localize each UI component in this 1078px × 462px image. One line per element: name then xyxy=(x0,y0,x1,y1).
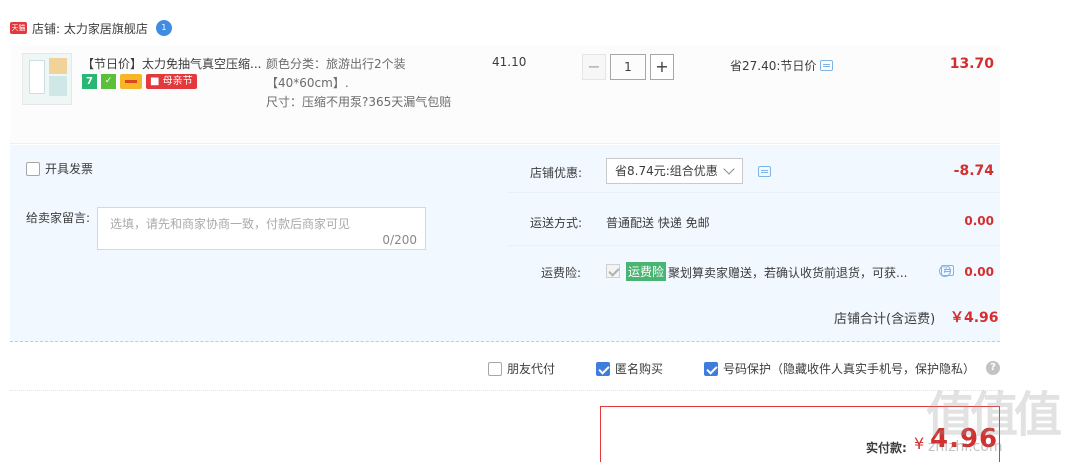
message-icon[interactable] xyxy=(758,166,771,177)
invoice-option[interactable]: 开具发票 xyxy=(26,160,93,177)
product-title[interactable]: 【节日价】太力免抽气真空压缩... xyxy=(82,55,262,72)
privacy-checkbox[interactable] xyxy=(704,361,718,376)
unit-price: 41.10 xyxy=(492,55,527,69)
invoice-checkbox[interactable] xyxy=(26,161,40,176)
anonymous-label: 匿名购买 xyxy=(615,362,664,376)
tmall-logo-icon: 天猫 xyxy=(10,22,27,34)
anonymous-checkbox[interactable] xyxy=(596,361,610,376)
divider xyxy=(10,390,1000,391)
watermark-url: zhizhi.com xyxy=(928,439,1003,455)
shop-name[interactable]: 店铺: 太力家居旗舰店 xyxy=(32,20,148,37)
shop-total-value: ￥4.96 xyxy=(950,310,999,326)
quantity-decrease-button[interactable]: − xyxy=(582,54,606,80)
friend-pay-option[interactable]: 朋友代付 xyxy=(488,360,555,377)
insurance-label: 运费险: xyxy=(541,266,582,280)
shipping-method: 普通配送 快递 免邮 xyxy=(606,216,710,230)
seller-message-label: 给卖家留言: xyxy=(26,211,91,225)
quantity-input[interactable]: 1 xyxy=(610,54,646,80)
insurance-checkbox xyxy=(606,264,620,278)
shipping-amount: 0.00 xyxy=(964,214,994,228)
shop-discount-select[interactable]: 省8.74元:组合优惠 xyxy=(606,158,743,184)
seller-message-input[interactable]: 选填，请先和商家协商一致，付款后商家可见 0/200 xyxy=(97,207,426,250)
guarantee-icon: ✓ xyxy=(101,74,116,89)
help-icon[interactable]: ? xyxy=(986,361,1000,375)
watermark-logo: 值值值 xyxy=(926,387,1062,443)
item-promotion: 省27.40:节日价 xyxy=(730,57,834,74)
shop-discount-label: 店铺优惠: xyxy=(530,166,583,180)
product-thumbnail[interactable] xyxy=(22,53,72,105)
shop-header: 天猫 店铺: 太力家居旗舰店 1 xyxy=(10,18,172,38)
quantity-stepper: − 1 + xyxy=(582,54,674,80)
friend-pay-label: 朋友代付 xyxy=(507,362,556,376)
shop-total-label: 店铺合计(含运费) xyxy=(834,312,936,327)
quantity-increase-button[interactable]: + xyxy=(650,54,674,80)
shipping-label: 运送方式: xyxy=(530,216,583,230)
anonymous-option[interactable]: 匿名购买 xyxy=(596,360,663,377)
shop-discount-value: 省8.74元:组合优惠 xyxy=(615,164,718,178)
message-placeholder: 选填，请先和商家协商一致，付款后商家可见 xyxy=(110,217,351,231)
chevron-down-icon xyxy=(723,163,735,175)
product-badges: 7 ✓ ■ 母亲节 xyxy=(82,74,197,89)
insurance-amount: 0.00 xyxy=(964,265,994,279)
message-icon[interactable] xyxy=(820,60,834,71)
promotion-text: 省27.40:节日价 xyxy=(730,59,817,73)
shop-discount-amount: -8.74 xyxy=(953,163,994,179)
wangwang-chat-icon[interactable]: 1 xyxy=(155,20,172,36)
friend-pay-checkbox[interactable] xyxy=(488,361,502,376)
product-sku: 颜色分类：旅游出行2个装【40*60cm】. 尺寸：压缩不用泵?365天漏气包赔 xyxy=(266,55,456,112)
sku-color: 颜色分类：旅游出行2个装【40*60cm】. xyxy=(266,57,406,90)
currency-symbol: ¥ xyxy=(914,434,925,453)
actual-payment-label: 实付款: xyxy=(866,441,907,455)
sku-size: 尺寸：压缩不用泵?365天漏气包赔 xyxy=(266,95,452,109)
item-subtotal: 13.70 xyxy=(949,56,994,72)
insurance-description: 聚划算卖家赠送，若确认收货前退货，可获... xyxy=(668,266,908,280)
seven-day-return-icon: 7 xyxy=(82,74,97,89)
invoice-label: 开具发票 xyxy=(45,162,94,176)
credit-card-icon xyxy=(120,74,142,89)
mothers-day-badge: ■ 母亲节 xyxy=(146,74,197,89)
insurance-badge: 运费险 xyxy=(626,262,667,281)
message-char-count: 0/200 xyxy=(382,233,417,247)
